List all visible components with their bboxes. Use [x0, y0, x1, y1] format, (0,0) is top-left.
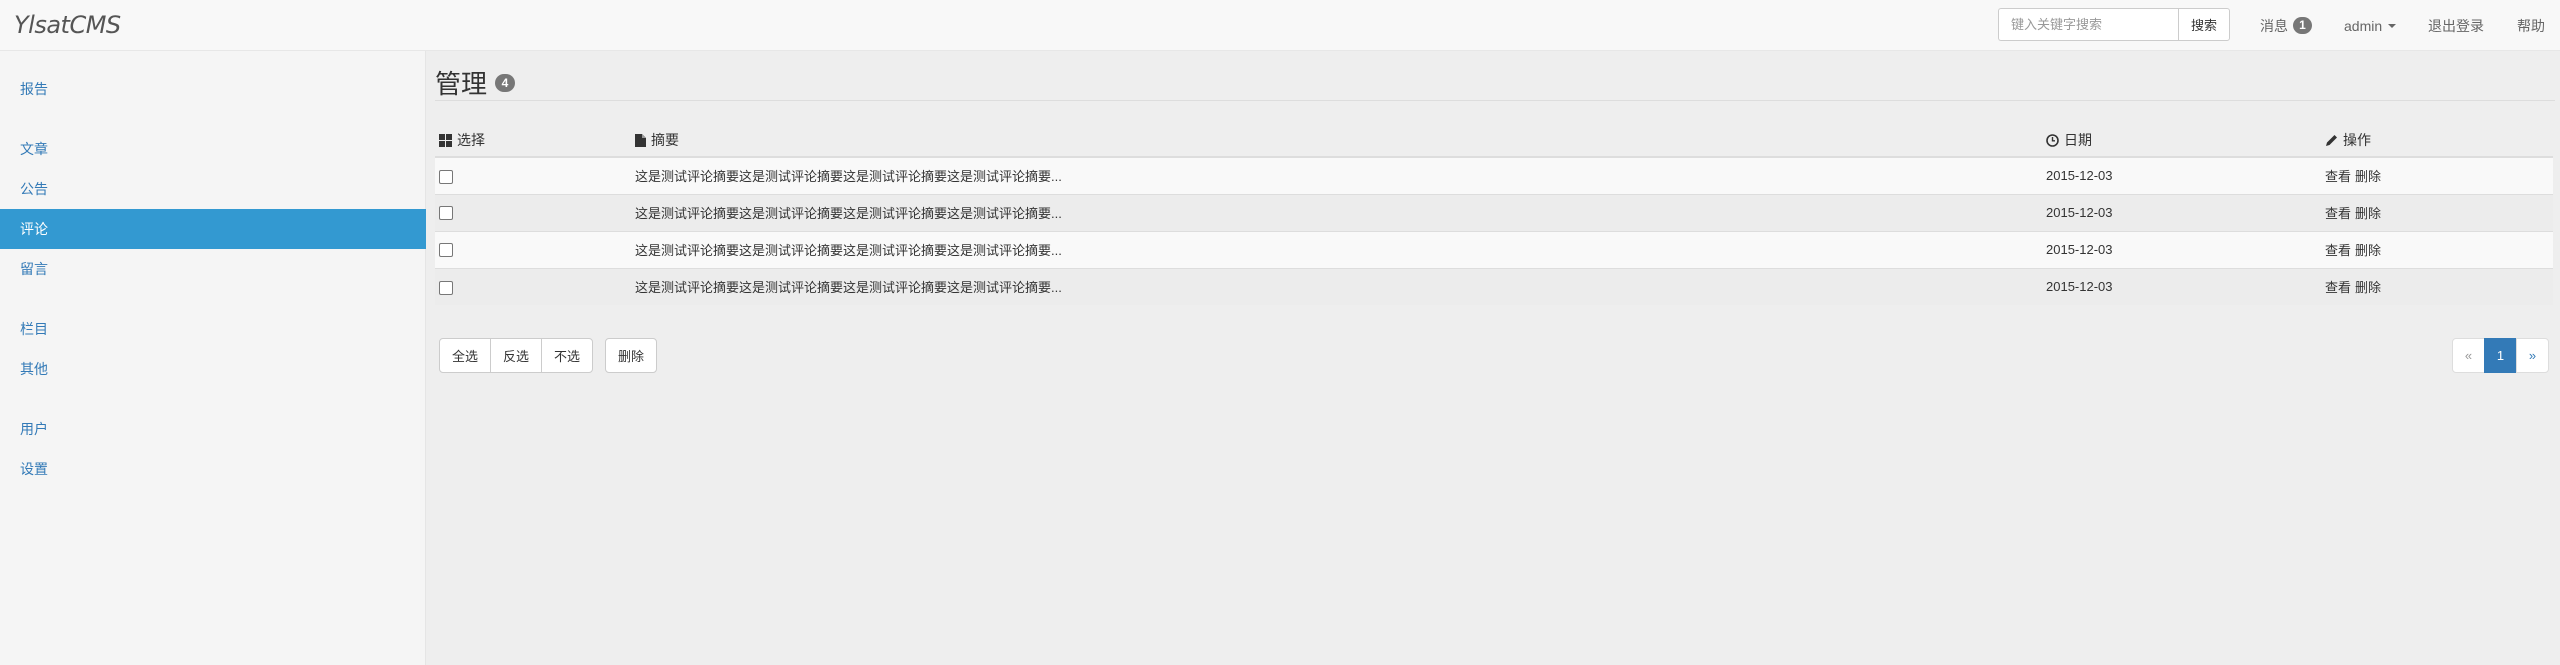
caret-down-icon: [2388, 23, 2397, 28]
invert-selection-button[interactable]: 反选: [490, 338, 543, 373]
sidebar-item-report[interactable]: 报告: [0, 69, 426, 109]
view-link[interactable]: 查看: [2325, 280, 2351, 295]
table-row: 这是测试评论摘要这是测试评论摘要这是测试评论摘要这是测试评论摘要... 2015…: [435, 193, 2553, 231]
top-navbar: YlsatCMS 搜索 消息 1 admin 退出登录 帮助: [0, 0, 2560, 51]
comments-table: 选择 摘要 日期 操作 这是测试评论摘要这是测试评论摘要这是测试评论摘要这是测试…: [435, 123, 2553, 305]
main-content: 管理 4 选择 摘要 日期 操作 这是测试评论摘要这是测试评论摘要这是测试评论摘…: [427, 51, 2560, 665]
row-date: 2015-12-03: [2042, 267, 2321, 305]
search-input[interactable]: [1998, 8, 2178, 41]
table-row: 这是测试评论摘要这是测试评论摘要这是测试评论摘要这是测试评论摘要... 2015…: [435, 230, 2553, 268]
row-date: 2015-12-03: [2042, 230, 2321, 268]
sidebar: 报告 文章 公告 评论 留言 栏目 其他 用户 设置: [0, 51, 426, 665]
selection-button-group: 全选 反选 不选: [439, 338, 594, 373]
bulk-delete-button[interactable]: 删除: [605, 338, 658, 373]
page-title: 管理 4: [435, 64, 516, 101]
row-summary: 这是测试评论摘要这是测试评论摘要这是测试评论摘要这是测试评论摘要...: [631, 267, 2042, 305]
nav-admin-dropdown[interactable]: admin: [2344, 0, 2397, 51]
row-actions: 查看 删除: [2321, 267, 2553, 305]
delete-link[interactable]: 删除: [2355, 169, 2381, 184]
header-date-label: 日期: [2064, 131, 2092, 148]
file-icon: [635, 133, 646, 147]
nav-admin-label: admin: [2344, 17, 2383, 34]
row-actions: 查看 删除: [2321, 193, 2553, 231]
page-title-text: 管理: [435, 69, 488, 99]
row-summary: 这是测试评论摘要这是测试评论摘要这是测试评论摘要这是测试评论摘要...: [631, 230, 2042, 268]
sidebar-item-articles[interactable]: 文章: [0, 129, 426, 169]
table-header-row: 选择 摘要 日期 操作: [435, 123, 2553, 158]
page-next-button[interactable]: »: [2516, 338, 2549, 373]
delete-link[interactable]: 删除: [2355, 206, 2381, 221]
header-actions: 操作: [2321, 123, 2553, 158]
view-link[interactable]: 查看: [2325, 206, 2351, 221]
row-select-cell: [435, 230, 631, 268]
sidebar-item-columns[interactable]: 栏目: [0, 309, 426, 349]
brand-logo[interactable]: YlsatCMS: [14, 11, 121, 39]
title-count-badge: 4: [495, 73, 516, 92]
delete-link[interactable]: 删除: [2355, 243, 2381, 258]
sidebar-item-announcements[interactable]: 公告: [0, 169, 426, 209]
row-select-cell: [435, 193, 631, 231]
messages-count-badge: 1: [2293, 17, 2312, 34]
pencil-icon: [2326, 134, 2337, 146]
nav-logout[interactable]: 退出登录: [2428, 0, 2484, 51]
sidebar-item-users[interactable]: 用户: [0, 409, 426, 449]
sidebar-item-messages[interactable]: 留言: [0, 249, 426, 289]
th-large-icon: [439, 133, 452, 147]
row-date: 2015-12-03: [2042, 193, 2321, 231]
header-summary: 摘要: [631, 123, 2042, 158]
sidebar-item-settings[interactable]: 设置: [0, 449, 426, 489]
table-row: 这是测试评论摘要这是测试评论摘要这是测试评论摘要这是测试评论摘要... 2015…: [435, 267, 2553, 305]
row-checkbox[interactable]: [439, 280, 453, 295]
row-select-cell: [435, 156, 631, 194]
row-select-cell: [435, 267, 631, 305]
nav-help[interactable]: 帮助: [2517, 0, 2545, 51]
pagination: « 1 »: [2452, 338, 2549, 373]
row-checkbox[interactable]: [439, 169, 453, 184]
row-checkbox[interactable]: [439, 206, 453, 221]
row-date: 2015-12-03: [2042, 156, 2321, 194]
sidebar-item-other[interactable]: 其他: [0, 349, 426, 389]
table-row: 这是测试评论摘要这是测试评论摘要这是测试评论摘要这是测试评论摘要... 2015…: [435, 156, 2553, 194]
row-actions: 查看 删除: [2321, 230, 2553, 268]
select-all-button[interactable]: 全选: [439, 338, 492, 373]
header-summary-label: 摘要: [651, 131, 679, 148]
header-date: 日期: [2042, 123, 2321, 158]
page-prev-button[interactable]: «: [2452, 338, 2485, 373]
sidebar-item-comments[interactable]: 评论: [0, 209, 426, 249]
row-actions: 查看 删除: [2321, 156, 2553, 194]
header-select-label: 选择: [457, 131, 485, 148]
row-summary: 这是测试评论摘要这是测试评论摘要这是测试评论摘要这是测试评论摘要...: [631, 193, 2042, 231]
title-divider: [435, 100, 2555, 101]
nav-messages[interactable]: 消息 1: [2260, 0, 2312, 51]
header-select: 选择: [435, 123, 631, 158]
search-button[interactable]: 搜索: [2178, 8, 2230, 41]
view-link[interactable]: 查看: [2325, 169, 2351, 184]
bulk-delete-group: 删除: [605, 338, 658, 373]
view-link[interactable]: 查看: [2325, 243, 2351, 258]
delete-link[interactable]: 删除: [2355, 280, 2381, 295]
row-checkbox[interactable]: [439, 243, 453, 258]
row-summary: 这是测试评论摘要这是测试评论摘要这是测试评论摘要这是测试评论摘要...: [631, 156, 2042, 194]
nav-messages-label: 消息: [2260, 17, 2288, 34]
clock-icon: [2046, 133, 2059, 147]
select-none-button[interactable]: 不选: [541, 338, 594, 373]
page-1-button[interactable]: 1: [2484, 338, 2517, 373]
search-form: 搜索: [1998, 8, 2230, 41]
header-actions-label: 操作: [2343, 131, 2371, 148]
